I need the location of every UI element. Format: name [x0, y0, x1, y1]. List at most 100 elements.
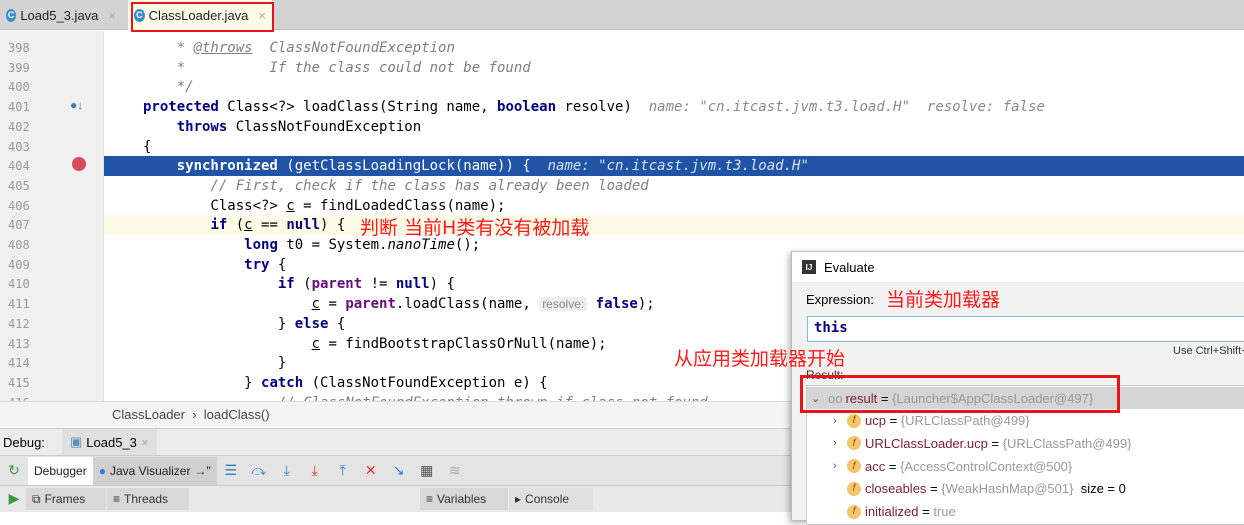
tab-frames[interactable]: ⧉ Frames: [26, 488, 106, 510]
code-token: if: [210, 217, 228, 234]
variable-name: acc: [865, 458, 886, 474]
debug-label: Debug:: [3, 434, 45, 450]
code-token: @throws: [193, 40, 253, 56]
breakpoint-icon[interactable]: [72, 157, 86, 171]
code-token: }: [143, 374, 262, 391]
tab-java-visualizer[interactable]: ● Java Visualizer →": [92, 456, 217, 485]
tab-load5-3[interactable]: C Load5_3.java ×: [0, 0, 122, 30]
tab-label: Java Visualizer: [109, 463, 191, 478]
line-number: 402: [8, 119, 30, 134]
code-token: .loadClass(name,: [395, 296, 540, 313]
code-line[interactable]: Class<?> c = findLoadedClass(name);: [104, 196, 1244, 216]
tab-label: Load5_3.java: [20, 7, 99, 23]
show-execution-point-icon[interactable]: ☰: [220, 462, 242, 479]
field-icon: f: [847, 459, 861, 474]
code-line[interactable]: protected Class<?> loadClass(String name…: [104, 97, 1244, 117]
threads-icon: ≡: [113, 492, 121, 506]
drop-frame-icon[interactable]: ✕: [360, 462, 382, 479]
step-over-icon[interactable]: ⤼: [248, 462, 270, 479]
pin-icon: →": [194, 463, 211, 478]
variable-eq: =: [885, 458, 901, 474]
rerun-icon[interactable]: ↻: [3, 462, 25, 479]
code-token: catch: [261, 374, 304, 391]
code-line[interactable]: {: [104, 137, 1244, 157]
console-icon: ▸: [515, 492, 522, 506]
code-line[interactable]: if (c == null) {: [104, 215, 1244, 236]
chevron-right-icon[interactable]: ›: [833, 415, 847, 427]
tab-console[interactable]: ▸ Console: [509, 488, 593, 510]
code-line-execution-point[interactable]: synchronized (getClassLoadingLock(name))…: [104, 156, 1244, 177]
code-line[interactable]: */: [104, 77, 1244, 97]
variable-value: {URLClassPath@499}: [1002, 435, 1132, 451]
code-token: false: [595, 296, 638, 313]
line-number: 409: [8, 257, 30, 272]
code-line[interactable]: * If the class could not be found: [104, 58, 1244, 78]
line-number: 404: [8, 159, 30, 174]
code-line[interactable]: * @throws ClassNotFoundException: [104, 38, 1244, 58]
code-token: null: [395, 276, 430, 293]
code-token: {: [328, 315, 346, 332]
code-token: ClassNotFoundException: [252, 40, 455, 56]
variable-value: {URLClassPath@499}: [900, 413, 1030, 429]
variable-value: {AccessControlContext@500}: [900, 458, 1073, 474]
tab-label: Threads: [124, 492, 169, 506]
step-into-icon[interactable]: ⤓: [276, 462, 298, 479]
code-token: // First, check if the class has already…: [143, 177, 649, 194]
code-token: long: [244, 237, 278, 253]
breadcrumb-class[interactable]: ClassLoader: [112, 407, 185, 422]
close-icon[interactable]: ×: [141, 435, 149, 450]
trace-icon[interactable]: ≋: [444, 462, 466, 479]
code-token: c: [244, 217, 253, 234]
code-line[interactable]: // First, check if the class has already…: [104, 176, 1244, 196]
variable-eq: =: [885, 413, 901, 429]
code-token: ==: [252, 217, 287, 234]
variable-eq: =: [926, 481, 942, 497]
result-tree-row[interactable]: › f URLClassLoader.ucp = {URLClassPath@499…: [807, 432, 1244, 454]
close-icon[interactable]: ×: [108, 8, 116, 23]
code-token: c: [311, 335, 321, 352]
annotation-expression: 当前类加载器: [886, 289, 1001, 311]
parameter-hint: resolve:: [539, 297, 588, 312]
debug-session-tab[interactable]: ▣ Load5_3 ×: [62, 428, 157, 456]
result-tree-row[interactable]: f closeables = {WeakHashMap@501} size = 0: [807, 478, 1244, 500]
highlight-box: [131, 2, 274, 32]
line-number: 410: [8, 277, 30, 292]
code-token: }: [143, 355, 287, 372]
line-number: 408: [8, 238, 30, 252]
line-number: 415: [8, 375, 30, 390]
variable-name: closeables: [865, 481, 927, 497]
line-number: 398: [8, 41, 30, 55]
line-number: 414: [8, 356, 30, 371]
breadcrumb-method[interactable]: loadClass(): [204, 407, 270, 422]
inline-debug-value: name: "cn.itcast.jvm.t3.load.H" resolve:…: [648, 99, 1045, 116]
tab-label: Frames: [44, 492, 86, 506]
force-step-into-icon[interactable]: ⤓: [304, 462, 326, 479]
variable-extra: size = 0: [1073, 481, 1126, 497]
step-out-icon[interactable]: ⤒: [332, 462, 354, 479]
highlight-box: [800, 375, 1120, 413]
chevron-right-icon[interactable]: ›: [833, 460, 847, 472]
run-to-cursor-icon[interactable]: ↘: [388, 462, 410, 479]
code-line[interactable]: throws ClassNotFoundException: [104, 117, 1244, 137]
code-token: (getClassLoadingLock(name)) {: [277, 158, 548, 175]
line-number: 400: [8, 80, 30, 95]
code-token: resolve): [556, 99, 649, 116]
expression-input[interactable]: this: [807, 316, 1244, 342]
code-token: );: [637, 296, 655, 313]
tab-variables[interactable]: ≡ Variables: [420, 488, 508, 510]
method-override-icon[interactable]: ●↓: [70, 98, 83, 112]
code-token: Class<?>: [143, 197, 287, 214]
resume-icon[interactable]: ▶: [3, 490, 25, 507]
chevron-right-icon[interactable]: ›: [833, 437, 847, 449]
line-gutter: 398 399 400 401 402 403 404 405 406 407 408 409 410 4…: [0, 31, 104, 410]
code-token: */: [143, 79, 194, 96]
tab-debugger[interactable]: Debugger: [28, 456, 93, 485]
evaluate-icon[interactable]: ▦: [416, 462, 438, 479]
tab-threads[interactable]: ≡ Threads: [107, 488, 189, 510]
code-token: parent: [345, 296, 396, 313]
result-tree-row[interactable]: › f acc = {AccessControlContext@500}: [807, 455, 1244, 477]
line-number: 403: [8, 139, 30, 154]
dialog-titlebar[interactable]: IJ Evaluate: [792, 252, 1244, 282]
